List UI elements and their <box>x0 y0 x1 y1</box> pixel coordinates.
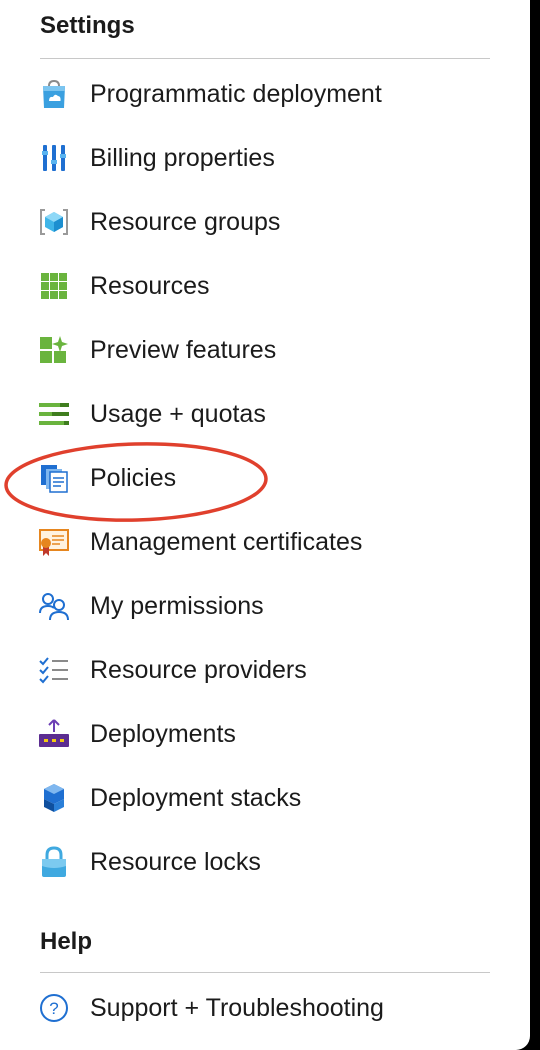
nav-item-label: My permissions <box>90 591 264 620</box>
users-icon <box>38 590 70 622</box>
shopping-bag-cloud-icon <box>38 78 70 110</box>
nav-item-label: Usage + quotas <box>90 399 266 428</box>
svg-text:?: ? <box>49 999 58 1018</box>
nav-item-billing-properties[interactable]: Billing properties <box>30 130 500 186</box>
help-section-title: Help <box>40 928 93 955</box>
nav-item-label: Preview features <box>90 335 277 364</box>
nav-item-deployment-stacks[interactable]: Deployment stacks <box>30 770 500 826</box>
nav-item-support-troubleshooting[interactable]: ? Support + Troubleshooting <box>30 980 500 1036</box>
nav-item-label: Deployment stacks <box>90 783 302 812</box>
nav-item-label: Management certificates <box>90 527 363 556</box>
certificate-icon <box>38 526 70 558</box>
nav-item-label: Resources <box>90 271 210 300</box>
nav-item-resource-locks[interactable]: Resource locks <box>30 834 500 890</box>
nav-item-my-permissions[interactable]: My permissions <box>30 578 500 634</box>
checklist-icon <box>38 654 70 686</box>
lock-icon <box>38 846 70 878</box>
deployment-upload-icon <box>38 718 70 750</box>
nav-item-label: Resource groups <box>90 207 281 236</box>
nav-item-resource-providers[interactable]: Resource providers <box>30 642 500 698</box>
nav-item-label: Support + Troubleshooting <box>90 993 384 1022</box>
settings-divider <box>40 58 490 59</box>
nav-item-label: Policies <box>90 463 177 492</box>
nav-item-management-certificates[interactable]: Management certificates <box>30 514 500 570</box>
nav-item-resource-groups[interactable]: Resource groups <box>30 194 500 250</box>
nav-item-label: Resource locks <box>90 847 261 876</box>
nav-item-label: Billing properties <box>90 143 275 172</box>
grid-icon <box>38 270 70 302</box>
resource-group-cube-icon <box>38 206 70 238</box>
nav-item-label: Deployments <box>90 719 236 748</box>
help-divider <box>40 972 490 973</box>
nav-item-label: Programmatic deployment <box>90 79 382 108</box>
nav-item-programmatic-deployment[interactable]: Programmatic deployment <box>30 66 500 122</box>
nav-item-usage-quotas[interactable]: Usage + quotas <box>30 386 500 442</box>
question-circle-icon: ? <box>38 992 70 1024</box>
nav-item-label: Resource providers <box>90 655 307 684</box>
sliders-bars-icon <box>38 142 70 174</box>
policy-documents-icon <box>38 462 70 494</box>
usage-bars-icon <box>38 398 70 430</box>
stacked-cubes-icon <box>38 782 70 814</box>
nav-item-preview-features[interactable]: Preview features <box>30 322 500 378</box>
nav-item-resources[interactable]: Resources <box>30 258 500 314</box>
nav-item-deployments[interactable]: Deployments <box>30 706 500 762</box>
settings-menu-panel: Settings Programmatic deployment Billing… <box>0 0 530 1050</box>
nav-item-policies[interactable]: Policies <box>30 450 500 506</box>
settings-section-title: Settings <box>40 12 135 39</box>
preview-sparkle-icon <box>38 334 70 366</box>
